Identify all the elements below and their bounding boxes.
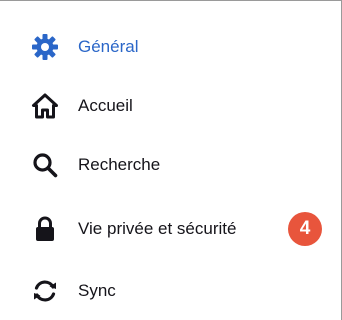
sidebar-item-label: Sync <box>78 281 116 300</box>
sidebar-item-privacy[interactable]: Vie privée et sécurité 4 <box>0 209 330 249</box>
sidebar-item-general[interactable]: Général <box>0 27 330 67</box>
sidebar-item-label: Accueil <box>78 96 133 115</box>
settings-sidebar: Général Accueil Recherche Vie privée et … <box>0 0 342 320</box>
sidebar-item-search[interactable]: Recherche <box>0 145 330 185</box>
notification-badge: 4 <box>288 212 322 246</box>
sidebar-item-sync[interactable]: Sync <box>0 271 330 311</box>
lock-icon <box>31 215 59 243</box>
sync-icon <box>31 277 59 305</box>
sidebar-item-label: Recherche <box>78 155 161 174</box>
sidebar-item-label: Vie privée et sécurité <box>78 219 237 238</box>
search-icon <box>31 151 59 179</box>
gear-icon <box>31 33 59 61</box>
home-icon <box>31 92 59 120</box>
sidebar-item-label: Général <box>78 37 139 56</box>
sidebar-item-home[interactable]: Accueil <box>0 86 330 126</box>
